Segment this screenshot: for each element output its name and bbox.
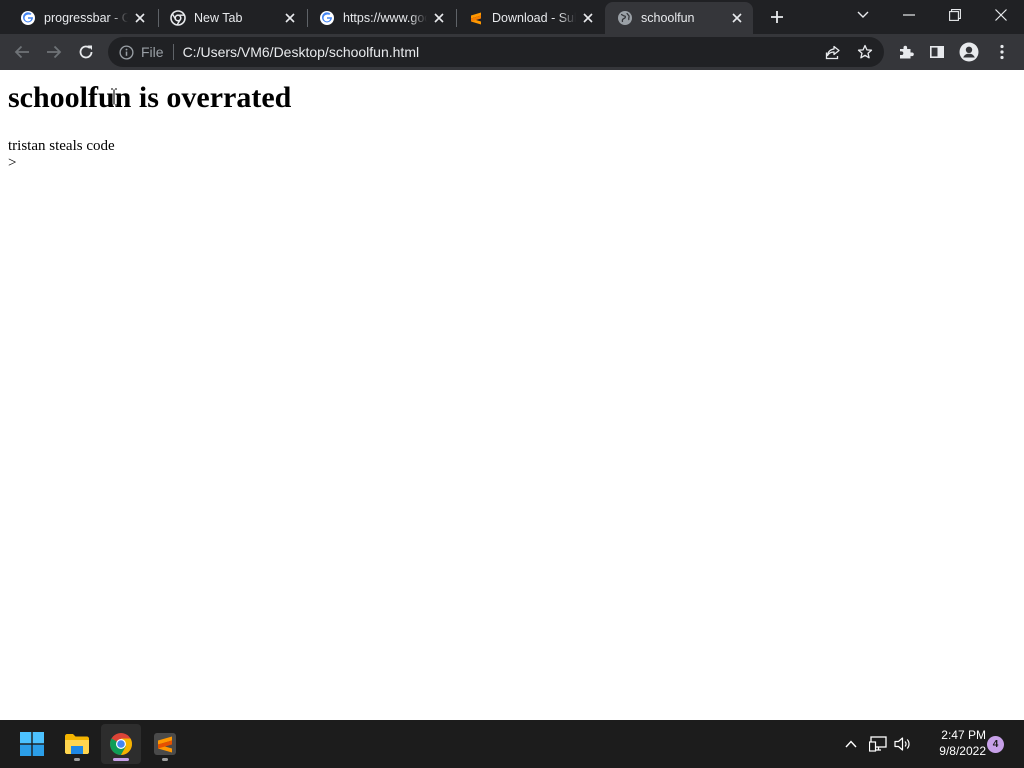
tab-title: https://www.google.com: [343, 11, 427, 25]
clock-date: 9/8/2022: [939, 744, 986, 758]
forward-button[interactable]: [40, 38, 68, 66]
page-text-line: >: [8, 155, 17, 171]
network-icon[interactable]: [868, 734, 888, 754]
sublime-icon: [154, 733, 176, 755]
tab-new-tab[interactable]: New Tab: [158, 2, 306, 34]
taskbar: [0, 720, 1024, 768]
address-divider: [172, 44, 174, 60]
chrome-icon: [170, 10, 186, 26]
address-bar[interactable]: File C:/Users/VM6/Desktop/schoolfun.html: [108, 37, 884, 67]
chevron-down-icon: [857, 11, 869, 18]
close-tab-icon[interactable]: [282, 10, 298, 26]
info-icon[interactable]: [118, 44, 134, 60]
chevron-up-icon: [845, 740, 857, 748]
close-window-button[interactable]: [978, 0, 1024, 30]
profile-button[interactable]: [955, 38, 983, 66]
close-tab-icon[interactable]: [431, 10, 447, 26]
close-tab-icon[interactable]: [580, 10, 596, 26]
arrow-right-icon: [47, 45, 62, 59]
windows-icon: [20, 732, 44, 756]
page-content: schoolfun is overrated tristan steals co…: [0, 70, 1024, 720]
show-hidden-icons-button[interactable]: [841, 734, 861, 754]
site-scheme-label: File: [141, 44, 164, 60]
active-indicator: [113, 758, 129, 761]
arrow-left-icon: [14, 45, 29, 59]
tab-title: progressbar - Google Search: [44, 11, 128, 25]
text-cursor-icon: [111, 88, 117, 106]
plus-icon: [771, 11, 783, 23]
running-indicator: [162, 758, 168, 761]
restore-button[interactable]: [932, 0, 978, 30]
reload-button[interactable]: [72, 38, 100, 66]
back-button[interactable]: [8, 38, 36, 66]
extensions-button[interactable]: [892, 38, 920, 66]
start-button[interactable]: [12, 724, 52, 764]
volume-icon[interactable]: [893, 734, 913, 754]
google-icon: [20, 10, 36, 26]
side-panel-button[interactable]: [923, 38, 951, 66]
url-text[interactable]: C:/Users/VM6/Desktop/schoolfun.html: [183, 44, 420, 60]
share-icon[interactable]: [825, 44, 841, 60]
bookmark-star-icon[interactable]: [857, 44, 873, 60]
kebab-menu-icon: [1000, 44, 1004, 60]
tab-schoolfun[interactable]: schoolfun: [605, 2, 753, 34]
page-heading: schoolfun is overrated: [8, 81, 292, 114]
puzzle-icon: [900, 45, 914, 59]
tab-sublime-download[interactable]: Download - Sublime Text: [456, 2, 604, 34]
side-panel-icon: [929, 45, 944, 58]
menu-button[interactable]: [988, 38, 1016, 66]
close-icon: [995, 9, 1007, 21]
folder-icon: [65, 734, 89, 754]
chrome-taskbar-button[interactable]: [101, 724, 141, 764]
running-indicator: [74, 758, 80, 761]
reload-icon: [79, 45, 93, 59]
sublime-text-button[interactable]: [145, 724, 185, 764]
file-explorer-button[interactable]: [57, 724, 97, 764]
new-tab-button[interactable]: [765, 5, 789, 29]
tab-google[interactable]: https://www.google.com: [307, 2, 455, 34]
sublime-icon: [468, 10, 484, 26]
close-tab-icon[interactable]: [132, 10, 148, 26]
restore-icon: [949, 9, 961, 21]
tab-strip: progressbar - Google Search New Tab http…: [0, 0, 1024, 34]
clock-time: 2:47 PM: [941, 728, 986, 742]
tab-title: Download - Sublime Text: [492, 11, 576, 25]
google-icon: [319, 10, 335, 26]
minimize-button[interactable]: [886, 0, 932, 30]
system-clock[interactable]: 2:47 PM 9/8/2022: [918, 727, 986, 759]
profile-icon: [959, 42, 979, 62]
browser-toolbar: File C:/Users/VM6/Desktop/schoolfun.html: [0, 34, 1024, 70]
chrome-icon: [110, 733, 132, 755]
minimize-icon: [903, 14, 915, 16]
tab-progressbar[interactable]: progressbar - Google Search: [8, 2, 156, 34]
notification-badge[interactable]: 4: [987, 736, 1004, 753]
close-tab-icon[interactable]: [729, 10, 745, 26]
page-text-line: tristan steals code: [8, 138, 115, 154]
tab-title: schoolfun: [641, 11, 695, 25]
globe-icon: [617, 10, 633, 26]
tab-search-button[interactable]: [840, 0, 886, 30]
tab-title: New Tab: [194, 11, 243, 25]
